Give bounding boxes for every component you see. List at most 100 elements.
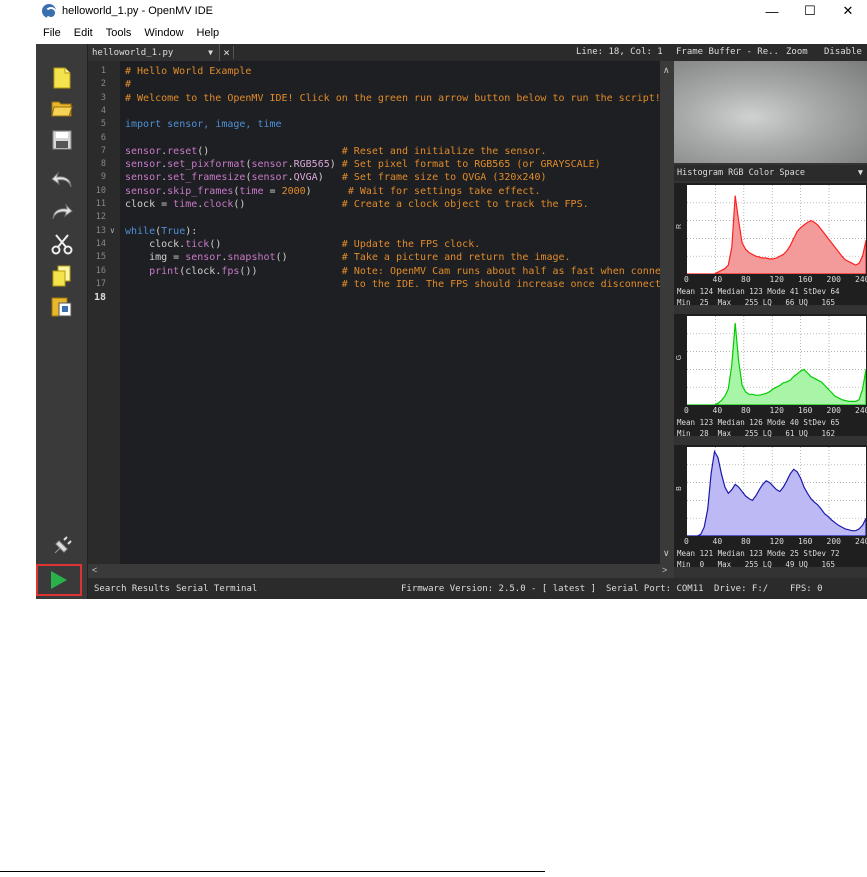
open-folder-icon[interactable]	[50, 96, 74, 120]
axis-tick-label: 240	[855, 275, 867, 284]
axis-tick-label: 120	[769, 537, 784, 546]
axis-tick-label: 0	[684, 275, 689, 284]
histogram-axis: 0 40 80 120 160 200 240	[684, 537, 867, 547]
cut-icon[interactable]	[50, 232, 74, 256]
axis-tick-label: 200	[826, 275, 841, 284]
histogram-header[interactable]: Histogram RGB Color Space ▼	[674, 165, 867, 181]
chevron-down-icon[interactable]: ▼	[858, 168, 863, 178]
close-button[interactable]: ✕	[829, 0, 867, 22]
right-panel: Histogram RGB Color Space ▼ R 0 40 80 120 160…	[674, 61, 867, 578]
line-number: 10	[95, 185, 106, 196]
histogram-plot	[687, 447, 867, 537]
menu-edit[interactable]: Edit	[74, 27, 93, 39]
histogram-area	[687, 449, 867, 537]
menu-file[interactable]: File	[43, 27, 61, 39]
file-tab-label: helloworld_1.py	[92, 47, 174, 58]
axis-tick-label: 120	[769, 406, 784, 415]
code-line[interactable]: while(True):	[125, 226, 197, 237]
code-editor[interactable]: 1 2 3 4 5 6 7 8 9 10 11 12 13 ∨ 14 15 16 17 18 # Hello Wor…	[88, 61, 660, 564]
line-number: 8	[100, 159, 106, 170]
axis-tick-label: 160	[798, 275, 813, 284]
left-toolbar	[36, 44, 88, 599]
axis-tick-label: 160	[798, 537, 813, 546]
editor-horizontal-scrollbar[interactable]: < >	[88, 564, 674, 578]
menu-window[interactable]: Window	[144, 27, 183, 39]
run-button[interactable]	[36, 564, 82, 596]
axis-tick-label: 0	[684, 406, 689, 415]
code-line[interactable]: clock.tick() # Update the FPS clock.	[125, 239, 480, 250]
zoom-toggle[interactable]: Zoom	[786, 47, 808, 57]
run-icon	[51, 571, 67, 589]
undo-icon[interactable]	[50, 168, 74, 192]
connect-icon[interactable]	[50, 534, 74, 558]
channel-label: G	[676, 354, 684, 361]
axis-tick-label: 80	[741, 406, 751, 415]
axis-tick-label: 80	[741, 275, 751, 284]
code-line[interactable]: #	[125, 79, 131, 90]
minimize-button[interactable]: —	[753, 0, 791, 22]
axis-tick-label: 200	[826, 406, 841, 415]
menu-tools[interactable]: Tools	[106, 27, 132, 39]
code-line[interactable]: img = sensor.snapshot() # Take a picture…	[125, 252, 570, 263]
histogram-stats: Min 0 Max 255 LQ 49 UQ 165	[677, 560, 836, 569]
axis-tick-label: 240	[855, 537, 867, 546]
histogram-stats: Min 28 Max 255 LQ 61 UQ 162	[677, 429, 836, 438]
scroll-up-icon[interactable]: ∧	[663, 65, 670, 76]
serial-port: Serial Port: COM11	[606, 584, 704, 594]
openmv-app-icon	[42, 4, 57, 19]
fold-toggle-icon[interactable]: ∨	[110, 226, 115, 235]
code-line[interactable]: clock = time.clock() # Create a clock ob…	[125, 199, 589, 210]
axis-tick-label: 0	[684, 537, 689, 546]
fps-label: FPS: 0	[790, 584, 823, 594]
code-line[interactable]: import sensor, image, time	[125, 119, 282, 130]
firmware-version[interactable]: Firmware Version: 2.5.0 - [ latest ]	[401, 584, 596, 594]
histogram-title: Histogram RGB Color Space	[677, 168, 805, 178]
close-tab-icon[interactable]: ×	[220, 46, 234, 59]
code-line[interactable]: # Welcome to the OpenMV IDE! Click on th…	[125, 93, 660, 104]
code-line[interactable]: sensor.skip_frames(time = 2000) # Wait f…	[125, 186, 540, 197]
copy-icon[interactable]	[50, 264, 74, 288]
scroll-down-icon[interactable]: ∨	[663, 548, 670, 559]
status-bar: Search Results Serial Terminal Firmware …	[88, 578, 867, 599]
paste-icon[interactable]	[50, 294, 74, 318]
search-results-tab[interactable]: Search Results	[94, 584, 170, 594]
menu-bar: File Edit Tools Window Help	[36, 24, 867, 42]
file-tab[interactable]: helloworld_1.py ▼	[88, 44, 220, 61]
axis-tick-label: 40	[712, 406, 723, 415]
serial-terminal-tab[interactable]: Serial Terminal	[176, 584, 257, 594]
code-line[interactable]: sensor.set_pixformat(sensor.RGB565) # Se…	[125, 159, 601, 170]
new-file-icon[interactable]	[50, 66, 74, 90]
redo-icon[interactable]	[50, 200, 74, 224]
frame-buffer-image	[674, 61, 867, 163]
code-line[interactable]: sensor.reset() # Reset and initialize th…	[125, 146, 546, 157]
line-number: 9	[100, 172, 106, 183]
line-number: 3	[100, 92, 106, 103]
menu-help[interactable]: Help	[197, 27, 220, 39]
code-line[interactable]: # to the IDE. The FPS should increase on…	[125, 279, 660, 290]
axis-tick-label: 120	[769, 275, 784, 284]
code-line[interactable]: print(clock.fps()) # Note: OpenMV Cam ru…	[125, 266, 660, 277]
scroll-right-icon[interactable]: >	[662, 565, 667, 575]
scroll-left-icon[interactable]: <	[92, 565, 97, 575]
histogram-plot	[687, 316, 867, 406]
histogram-area	[687, 323, 867, 406]
editor-vertical-scrollbar[interactable]: ∧ ∨	[660, 61, 674, 564]
line-number: 4	[100, 105, 106, 116]
save-icon[interactable]	[50, 128, 74, 152]
chevron-down-icon[interactable]: ▼	[208, 48, 213, 57]
line-number: 13	[95, 225, 106, 236]
line-number: 2	[100, 79, 106, 90]
histogram-area	[687, 195, 867, 275]
axis-tick-label: 200	[826, 537, 841, 546]
line-number: 16	[95, 265, 106, 276]
line-number: 15	[95, 252, 106, 263]
disable-toggle[interactable]: Disable	[824, 47, 862, 57]
channel-label: R	[676, 223, 684, 230]
histogram-axis: 0 40 80 120 160 200 240	[684, 406, 867, 416]
histogram-stats: Mean 124 Median 123 Mode 41 StDev 64	[677, 287, 840, 296]
code-line[interactable]: # Hello World Example	[125, 66, 251, 77]
maximize-button[interactable]: ☐	[791, 0, 829, 22]
code-line[interactable]: sensor.set_framesize(sensor.QVGA) # Set …	[125, 172, 547, 183]
line-number: 5	[100, 119, 106, 130]
line-number: 17	[95, 278, 106, 289]
